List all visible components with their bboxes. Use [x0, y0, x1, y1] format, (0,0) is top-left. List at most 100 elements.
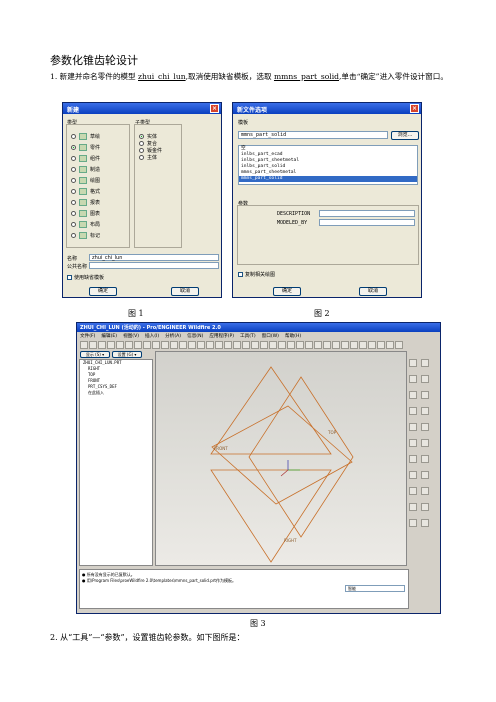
feature-tool-button[interactable] [421, 359, 429, 367]
menu-item[interactable]: 分析(A) [165, 333, 181, 339]
menu-item[interactable]: 帮助(H) [285, 333, 301, 339]
toolbar-button[interactable] [377, 341, 385, 349]
copy-drawing-checkbox[interactable]: 复制相关绘图 [238, 271, 275, 278]
feature-tool-button[interactable] [409, 471, 417, 479]
toolbar-button[interactable] [395, 341, 403, 349]
toolbar-button[interactable] [179, 341, 187, 349]
feature-tool-button[interactable] [409, 359, 417, 367]
toolbar-button[interactable] [143, 341, 151, 349]
toolbar-button[interactable] [260, 341, 268, 349]
type-option[interactable]: 草绘 [71, 133, 100, 140]
ok-button[interactable]: 确定 [89, 287, 117, 296]
toolbar-button[interactable] [350, 341, 358, 349]
subtype-option[interactable]: 复合 [139, 140, 157, 147]
param-modeled-by-input[interactable] [319, 219, 415, 226]
menu-item[interactable]: 编辑(E) [101, 333, 117, 339]
cancel-button[interactable]: 取消 [359, 287, 387, 296]
toolbar-button[interactable] [278, 341, 286, 349]
common-name-input[interactable] [89, 262, 219, 269]
filter-select[interactable]: 智能 [345, 585, 405, 592]
toolbar-button[interactable] [125, 341, 133, 349]
feature-tool-button[interactable] [409, 391, 417, 399]
browse-button[interactable]: 浏览... [391, 131, 419, 140]
toolbar-button[interactable] [233, 341, 241, 349]
type-option[interactable]: 报表 [71, 199, 100, 206]
menu-item[interactable]: 应用程序(P) [209, 333, 234, 339]
toolbar-button[interactable] [197, 341, 205, 349]
toolbar-button[interactable] [134, 341, 142, 349]
template-input[interactable]: mmns_part_solid [238, 131, 388, 139]
radio-button[interactable] [71, 167, 76, 172]
feature-tool-button[interactable] [409, 519, 417, 527]
toolbar-button[interactable] [215, 341, 223, 349]
feature-tool-button[interactable] [421, 375, 429, 383]
menu-item[interactable]: 视图(V) [123, 333, 139, 339]
toolbar-button[interactable] [287, 341, 295, 349]
type-option[interactable]: 制造 [71, 166, 100, 173]
toolbar-button[interactable] [161, 341, 169, 349]
toolbar-button[interactable] [188, 341, 196, 349]
feature-tool-button[interactable] [421, 407, 429, 415]
toolbar-button[interactable] [107, 341, 115, 349]
toolbar-button[interactable] [269, 341, 277, 349]
name-input[interactable]: zhui_chi_lun [89, 254, 219, 261]
feature-tool-button[interactable] [409, 487, 417, 495]
use-default-template-checkbox[interactable]: 使用缺省模板 [67, 274, 104, 281]
type-option[interactable]: 标记 [71, 232, 100, 239]
feature-tool-button[interactable] [421, 423, 429, 431]
radio-button[interactable] [71, 156, 76, 161]
toolbar-button[interactable] [296, 341, 304, 349]
menu-item[interactable]: 工具(T) [240, 333, 256, 339]
checkbox-box[interactable] [238, 272, 243, 277]
checkbox-box[interactable] [67, 275, 72, 280]
type-option[interactable]: 组件 [71, 155, 100, 162]
subtype-option[interactable]: 钣金件 [139, 147, 162, 154]
radio-button[interactable] [139, 155, 144, 160]
radio-button[interactable] [71, 233, 76, 238]
toolbar-button[interactable] [368, 341, 376, 349]
menu-item[interactable]: 插入(I) [145, 333, 159, 339]
radio-button[interactable] [71, 134, 76, 139]
template-list[interactable]: 空 inlbs_part_ecad inlbs_part_sheetmetal inl… [238, 145, 418, 185]
toolbar-button[interactable] [386, 341, 394, 349]
toolbar-button[interactable] [359, 341, 367, 349]
type-option[interactable]: 零件 [71, 144, 100, 151]
toolbar-button[interactable] [80, 341, 88, 349]
feature-tool-button[interactable] [409, 439, 417, 447]
feature-tool-button[interactable] [409, 375, 417, 383]
type-option[interactable]: 绘图 [71, 177, 100, 184]
param-description-input[interactable] [319, 210, 415, 217]
type-option[interactable]: 布局 [71, 221, 100, 228]
feature-tool-button[interactable] [409, 407, 417, 415]
toolbar-button[interactable] [305, 341, 313, 349]
template-list-item[interactable]: mmns_part_solid [239, 176, 417, 182]
toolbar-button[interactable] [341, 341, 349, 349]
cancel-button[interactable]: 取消 [171, 287, 199, 296]
radio-button[interactable] [139, 134, 144, 139]
feature-tool-button[interactable] [421, 503, 429, 511]
toolbar-button[interactable] [251, 341, 259, 349]
toolbar-button[interactable] [116, 341, 124, 349]
close-icon[interactable]: × [410, 104, 419, 113]
toolbar-button[interactable] [242, 341, 250, 349]
radio-button[interactable] [139, 141, 144, 146]
close-icon[interactable]: × [210, 104, 219, 113]
feature-tool-button[interactable] [421, 391, 429, 399]
graphics-viewport[interactable]: FRONT TOP RIGHT [155, 351, 407, 566]
feature-tool-button[interactable] [421, 519, 429, 527]
type-option[interactable]: 图表 [71, 210, 100, 217]
toolbar-button[interactable] [332, 341, 340, 349]
subtype-option[interactable]: 主体 [139, 154, 157, 161]
toolbar-button[interactable] [170, 341, 178, 349]
show-button[interactable]: 显示 (S) ▾ [80, 351, 110, 358]
toolbar-button[interactable] [323, 341, 331, 349]
model-tree-item[interactable]: 在此插入 [80, 390, 152, 396]
settings-button[interactable]: 设置 (G) ▾ [112, 351, 142, 358]
radio-button[interactable] [71, 200, 76, 205]
toolbar-button[interactable] [152, 341, 160, 349]
menu-item[interactable]: 文件(F) [80, 333, 95, 339]
feature-tool-button[interactable] [421, 471, 429, 479]
toolbar-button[interactable] [314, 341, 322, 349]
radio-button[interactable] [71, 222, 76, 227]
radio-button[interactable] [139, 148, 144, 153]
